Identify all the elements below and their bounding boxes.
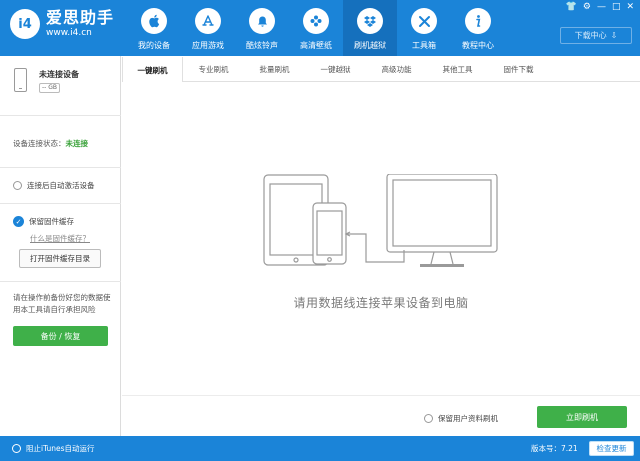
nav-apps-games[interactable]: 应用游戏 <box>181 0 235 56</box>
device-capacity: -- GB <box>39 83 61 93</box>
nav-toolbox[interactable]: 工具箱 <box>397 0 451 56</box>
tab-one-click-flash[interactable]: 一键刷机 <box>122 57 183 83</box>
device-card: 未连接设备 -- GB <box>0 56 121 116</box>
device-name: 未连接设备 <box>39 70 79 79</box>
flash-now-button[interactable]: 立即刷机 <box>537 406 627 428</box>
download-center-label: 下载中心 <box>574 31 607 40</box>
top-header: i4 爱思助手 www.i4.cn 我的设备 应用游戏 酷炫铃声 高清壁纸 刷机… <box>0 0 640 56</box>
divider <box>0 281 121 282</box>
bell-icon <box>249 8 275 34</box>
version-label: 版本号：7.21 <box>531 444 578 453</box>
connection-value: 未连接 <box>65 139 89 148</box>
radio-button[interactable] <box>13 181 22 190</box>
apple-icon <box>141 8 167 34</box>
open-cache-dir-button[interactable]: 打开固件缓存目录 <box>19 249 101 268</box>
maximize-icon[interactable]: □ <box>612 2 621 12</box>
devices-illustration-icon <box>263 173 498 267</box>
settings-icon[interactable]: ⚙ <box>583 2 591 12</box>
nav-ringtones[interactable]: 酷炫铃声 <box>235 0 289 56</box>
status-bar: 阻止iTunes自动运行 版本号：7.21 检查更新 <box>0 436 640 461</box>
app-logo: i4 爱思助手 www.i4.cn <box>10 9 114 39</box>
radio-button[interactable] <box>424 414 433 423</box>
keep-user-data-label: 保留用户资料刷机 <box>438 414 498 423</box>
nav-my-device[interactable]: 我的设备 <box>127 0 181 56</box>
action-bar: 保留用户资料刷机 立即刷机 <box>122 395 640 436</box>
keep-firmware-label: 保留固件缓存 <box>29 217 74 226</box>
app-url: www.i4.cn <box>46 28 92 38</box>
phone-icon <box>14 68 27 92</box>
minimize-icon[interactable]: — <box>597 2 606 12</box>
app-name: 爱思助手 <box>46 8 115 27</box>
window-controls: 👕 ⚙ — □ ✕ <box>566 2 634 12</box>
main-nav: 我的设备 应用游戏 酷炫铃声 高清壁纸 刷机越狱 工具箱 教程中心 <box>127 0 505 56</box>
auto-activate-option[interactable]: 连接后自动激活设备 <box>13 180 95 191</box>
backup-restore-button[interactable]: 备份 / 恢复 <box>13 326 108 346</box>
block-itunes-label: 阻止iTunes自动运行 <box>26 444 95 453</box>
what-is-cache-link[interactable]: 什么是固件缓存？ <box>30 233 90 244</box>
backup-warning: 请在操作前备份好您的数据使用本工具请自行承担风险 <box>13 293 111 314</box>
block-itunes-option[interactable]: 阻止iTunes自动运行 <box>12 443 95 454</box>
left-sidebar: 未连接设备 -- GB 设备连接状态：未连接 连接后自动激活设备 ✓ 保留固件缓… <box>0 56 121 436</box>
connection-status: 设备连接状态：未连接 <box>13 138 88 149</box>
divider <box>0 167 121 168</box>
dropbox-icon <box>357 8 383 34</box>
tab-firmware-download[interactable]: 固件下载 <box>488 56 549 82</box>
info-icon <box>465 8 491 34</box>
i4-logo-icon: i4 <box>10 9 40 39</box>
tab-one-click-jailbreak[interactable]: 一键越狱 <box>305 56 366 82</box>
download-center-button[interactable]: 下载中心 ⇩ <box>560 27 632 44</box>
connect-hint: 请用数据线连接苹果设备到电脑 <box>293 296 469 310</box>
nav-flash-jailbreak[interactable]: 刷机越狱 <box>343 0 397 56</box>
flower-icon <box>303 8 329 34</box>
check-update-button[interactable]: 检查更新 <box>589 441 634 456</box>
connect-device-illustration <box>262 173 502 276</box>
app-store-icon <box>195 8 221 34</box>
tab-advanced[interactable]: 高级功能 <box>366 56 427 82</box>
tab-batch-flash[interactable]: 批量刷机 <box>244 56 305 82</box>
nav-wallpapers[interactable]: 高清壁纸 <box>289 0 343 56</box>
close-icon[interactable]: ✕ <box>626 2 634 12</box>
skin-icon[interactable]: 👕 <box>566 2 577 12</box>
keep-firmware-option[interactable]: ✓ 保留固件缓存 <box>13 216 74 227</box>
nav-tutorials[interactable]: 教程中心 <box>451 0 505 56</box>
download-icon: ⇩ <box>610 31 618 40</box>
checkmark-icon[interactable]: ✓ <box>13 216 24 227</box>
connection-label: 设备连接状态： <box>13 139 66 148</box>
main-content: 请用数据线连接苹果设备到电脑 <box>122 82 640 395</box>
divider <box>0 203 121 204</box>
radio-button[interactable] <box>12 444 21 453</box>
keep-user-data-option[interactable]: 保留用户资料刷机 <box>424 413 498 424</box>
tab-other-tools[interactable]: 其他工具 <box>427 56 488 82</box>
tools-icon <box>411 8 437 34</box>
auto-activate-label: 连接后自动激活设备 <box>27 181 95 190</box>
tab-pro-flash[interactable]: 专业刷机 <box>183 56 244 82</box>
tab-bar: 一键刷机 专业刷机 批量刷机 一键越狱 高级功能 其他工具 固件下载 <box>122 56 640 83</box>
